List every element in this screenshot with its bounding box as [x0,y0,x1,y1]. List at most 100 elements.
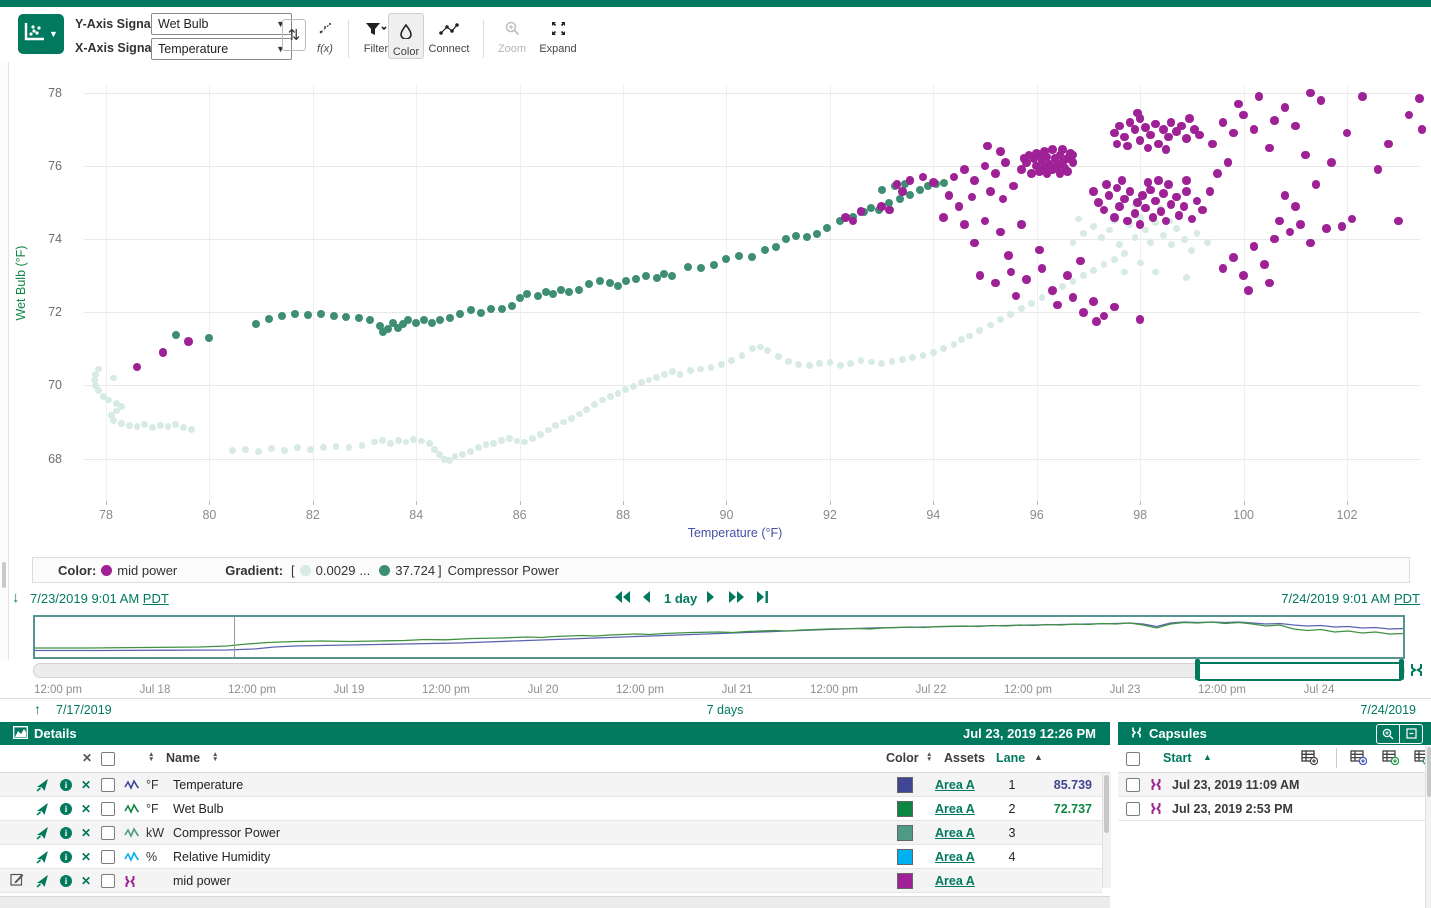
scatter-point[interactable] [991,279,1000,288]
scatter-point[interactable] [646,377,653,384]
scatter-point[interactable] [575,286,583,294]
scatter-point[interactable] [134,423,141,430]
scatter-point[interactable] [1089,297,1098,306]
scatter-point[interactable] [981,162,990,171]
scatter-point[interactable] [141,421,148,428]
scatter-point[interactable] [968,193,977,202]
scatter-point[interactable] [889,358,896,365]
column-name[interactable]: Name [166,751,200,765]
scatter-point[interactable] [1327,158,1336,167]
scatter-point[interactable] [1296,220,1305,229]
scatter-point[interactable] [1188,247,1195,254]
scatter-point[interactable] [976,327,983,334]
scatter-point[interactable] [622,277,630,285]
scatter-point[interactable] [653,374,660,381]
scatter-point[interactable] [1080,272,1087,279]
scatter-point[interactable] [1028,300,1035,307]
selection-left-handle[interactable] [1195,659,1200,680]
scatter-point[interactable] [1173,225,1180,232]
scatter-point[interactable] [180,424,187,431]
scatter-point[interactable] [1007,311,1014,318]
scatter-point[interactable] [1265,144,1274,153]
row-checkbox[interactable] [101,826,115,840]
scatter-point[interactable] [697,264,705,272]
scatter-point[interactable] [981,217,990,226]
scatter-point[interactable] [188,426,195,433]
sort-icon[interactable]: ▲▼ [148,752,154,762]
scatter-point[interactable] [1265,279,1274,288]
asset-link[interactable]: Area A [935,802,975,816]
step-forward-fast-button[interactable] [728,590,745,607]
scatter-point[interactable] [371,439,378,446]
scatter-point[interactable] [459,451,466,458]
asset-link[interactable]: Area A [935,874,975,888]
scatter-point[interactable] [1089,187,1098,196]
range-start[interactable]: 7/23/2019 9:01 AM PDT [30,591,169,606]
swap-axes-button[interactable]: ⇅ [282,19,306,51]
scatter-point[interactable] [1160,232,1167,239]
scatter-point[interactable] [165,423,172,430]
scatter-point[interactable] [1219,264,1228,273]
scatter-point[interactable] [785,358,792,365]
capsules-zoom-button[interactable] [1377,725,1400,743]
scatter-point[interactable] [606,279,614,287]
scatter-point[interactable] [1123,217,1132,226]
scatter-point[interactable] [1164,180,1173,189]
scatter-point[interactable] [1394,217,1403,226]
scatter-point[interactable] [885,206,894,215]
scatter-point[interactable] [1110,303,1119,312]
scatter-point[interactable] [366,316,374,324]
scatter-point[interactable] [837,362,844,369]
scatter-point[interactable] [523,290,531,298]
scatter-point[interactable] [728,357,735,364]
color-button[interactable]: Color [388,13,424,59]
scatter-point[interactable] [1374,165,1383,174]
scatter-point[interactable] [1180,202,1189,211]
scatter-point[interactable] [1132,234,1139,241]
scatter-point[interactable] [632,275,640,283]
range-end-tz[interactable]: PDT [1394,591,1420,606]
connect-button[interactable]: Connect [426,15,472,55]
scatter-point[interactable] [1250,242,1259,251]
details-row-compressor-power[interactable]: i✕kWCompressor PowerArea A3 [0,821,1102,845]
scatter-point[interactable] [813,230,821,238]
scatter-point[interactable] [320,444,327,451]
scatter-point[interactable] [1291,122,1300,131]
scatter-point[interactable] [596,277,604,285]
scatter-point[interactable] [1177,122,1186,131]
scatter-point[interactable] [118,420,125,427]
scatter-point[interactable] [955,202,964,211]
scatter-point[interactable] [576,411,583,418]
scatter-point[interactable] [1206,187,1215,196]
scatter-point[interactable] [591,401,598,408]
scatter-point[interactable] [1007,268,1016,277]
scatter-point[interactable] [307,446,314,453]
scatter-point[interactable] [498,437,505,444]
scatter-point[interactable] [1195,131,1204,140]
rocket-icon[interactable] [36,802,50,819]
scatter-point[interactable] [906,176,915,185]
scatter-point[interactable] [630,383,637,390]
scatter-point[interactable] [1301,151,1310,160]
scatter-point[interactable] [847,360,854,367]
scatter-point[interactable] [1136,136,1145,145]
scatter-point[interactable] [792,232,800,240]
timebar-scrollbar-track[interactable] [33,663,1405,678]
scatter-point[interactable] [1017,220,1026,229]
scatter-point[interactable] [159,348,168,357]
scatter-point[interactable] [991,169,1000,178]
scatter-point[interactable] [803,233,811,241]
scatter-point[interactable] [718,361,725,368]
scatter-point[interactable] [1146,131,1155,140]
scatter-point[interactable] [291,310,299,318]
scatter-point[interactable] [172,331,180,339]
scatter-point[interactable] [764,347,771,354]
scatter-point[interactable] [1175,211,1184,220]
scatter-point[interactable] [436,316,444,324]
scatter-point[interactable] [1229,129,1238,138]
scatter-plot[interactable]: 7876747270687880828486889092949698100102… [0,62,1431,554]
scatter-point[interactable] [999,195,1008,204]
scatter-point[interactable] [1188,215,1197,224]
scatter-point[interactable] [446,314,454,322]
scatter-point[interactable] [997,316,1004,323]
